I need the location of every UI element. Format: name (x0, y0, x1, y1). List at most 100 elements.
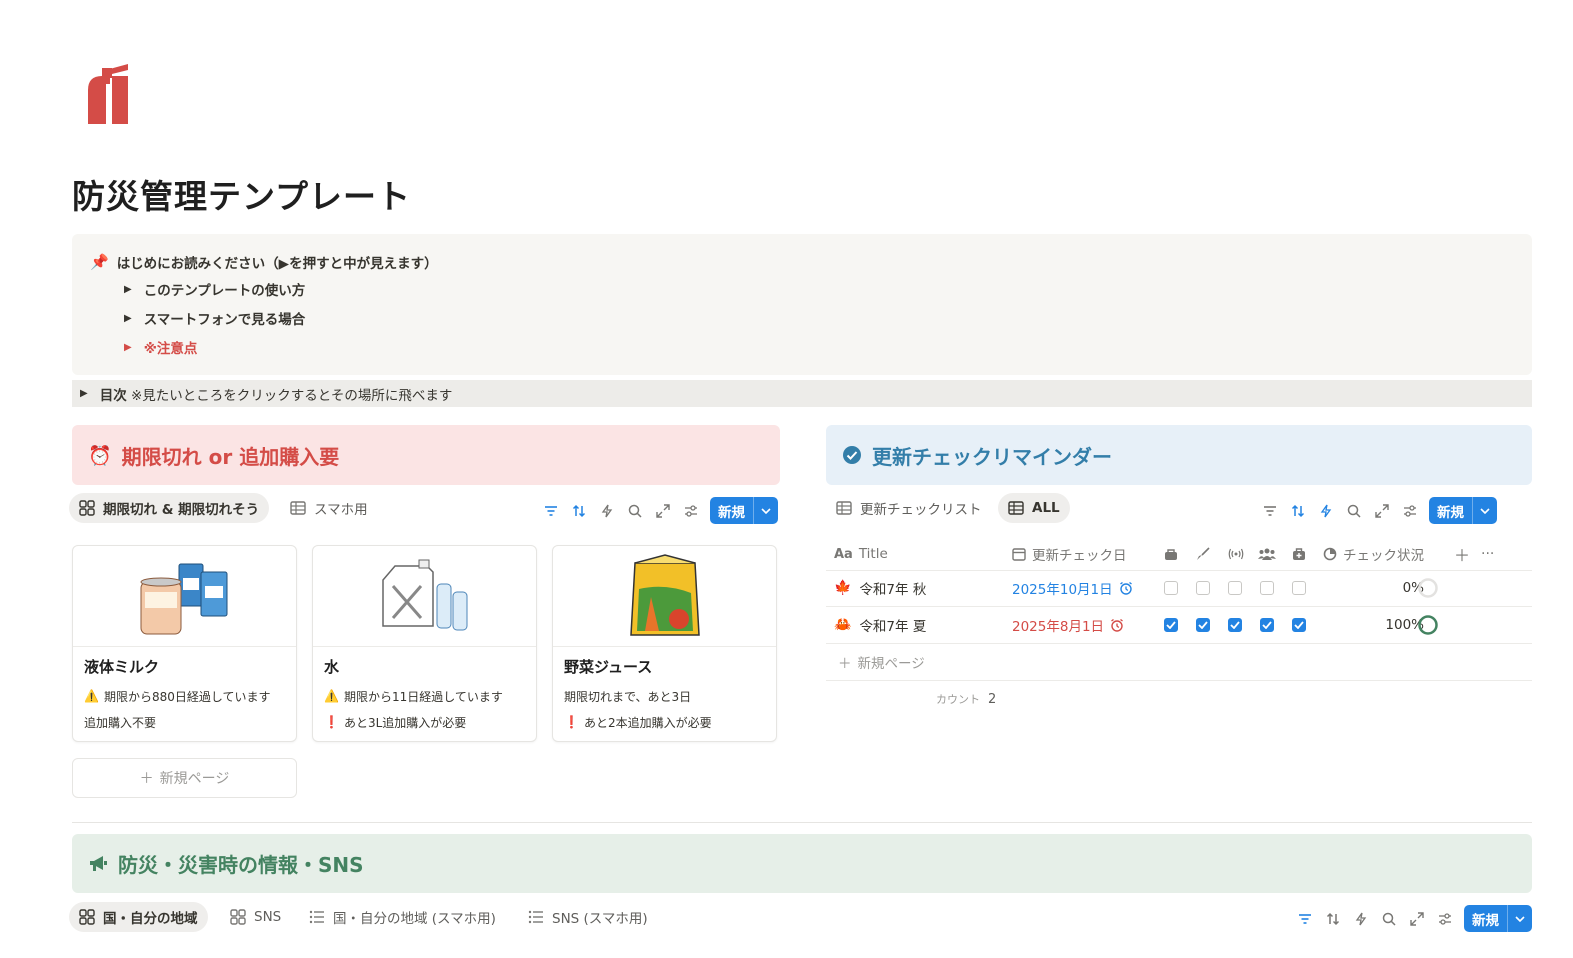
row-date[interactable]: 2025年10月1日 (1012, 570, 1133, 606)
gallery-card[interactable]: 水 ⚠️ 期限から11日経過しています ❗ あと3L追加購入が必要 (312, 545, 537, 742)
toggle-triangle-icon[interactable]: ▶ (124, 284, 132, 295)
toggle-caution[interactable]: ▶ ※注意点 (124, 337, 197, 357)
reminder-toolbar: 新規 (1261, 497, 1497, 524)
new-button[interactable]: 新規 (1464, 905, 1532, 932)
column-title[interactable]: Aa Title (834, 538, 888, 570)
people-icon (1258, 547, 1276, 561)
settings-sliders-icon[interactable] (682, 502, 700, 520)
new-page-label: 新規ページ (159, 771, 230, 787)
chevron-down-icon[interactable] (1507, 905, 1532, 932)
tab-label: スマホ用 (314, 502, 368, 518)
column-label: Title (858, 546, 888, 562)
new-button[interactable]: 新規 (710, 497, 778, 524)
toggle-triangle-icon[interactable]: ▶ (124, 342, 132, 353)
tab-info-sns[interactable]: SNS (220, 902, 291, 932)
column-status[interactable]: チェック状況 (1323, 538, 1424, 570)
add-column-plus-icon[interactable]: ＋ (1454, 538, 1470, 570)
row-title[interactable]: 🦀 令和7年 夏 (834, 607, 926, 643)
automation-bolt-icon[interactable] (1317, 502, 1335, 520)
info-header-text: 防災・災害時の情報・SNS (118, 853, 364, 877)
settings-sliders-icon[interactable] (1436, 910, 1454, 928)
search-icon[interactable] (1345, 502, 1363, 520)
reminder-header-text: 更新チェックリマインダー (872, 444, 1112, 469)
progress-value: 0% (1402, 580, 1424, 596)
tab-expiry-board[interactable]: 期限切れ & 期限切れそう (69, 493, 270, 523)
checkbox[interactable] (1260, 607, 1274, 643)
sort-icon[interactable] (570, 502, 588, 520)
table-icon (836, 500, 852, 516)
toggle-triangle-icon[interactable]: ▶ (80, 388, 88, 399)
new-button-label: 新規 (1437, 504, 1464, 521)
filter-icon[interactable] (542, 502, 560, 520)
tab-info-region-mobile[interactable]: 国・自分の地域 (スマホ用) (299, 902, 506, 932)
checkbox[interactable] (1164, 570, 1178, 606)
pushpin-icon: 📌 (90, 253, 109, 271)
column-bag-icon[interactable] (1164, 538, 1178, 570)
checkbox[interactable] (1292, 607, 1306, 643)
more-options-icon[interactable]: ··· (1481, 538, 1494, 570)
column-people-icon[interactable] (1258, 538, 1276, 570)
checkbox[interactable] (1228, 570, 1242, 606)
column-antenna-icon[interactable] (1228, 538, 1244, 570)
sort-icon[interactable] (1324, 910, 1342, 928)
checkbox[interactable] (1196, 607, 1210, 643)
expand-icon[interactable] (654, 502, 672, 520)
tab-expiry-mobile[interactable]: スマホ用 (280, 493, 378, 523)
column-broom-icon[interactable] (1196, 538, 1210, 570)
chevron-down-icon[interactable] (1472, 497, 1497, 524)
table-row[interactable]: 🦀 令和7年 夏 2025年8月1日 100% (826, 607, 1532, 644)
expand-icon[interactable] (1373, 502, 1391, 520)
checkbox[interactable] (1292, 570, 1306, 606)
new-page-row[interactable]: ＋ 新規ページ (826, 644, 1532, 681)
fire-extinguisher-icon[interactable] (82, 62, 130, 126)
tab-label: SNS (スマホ用) (552, 911, 648, 927)
expand-icon[interactable] (1408, 910, 1426, 928)
settings-sliders-icon[interactable] (1401, 502, 1419, 520)
column-medkit-icon[interactable] (1292, 538, 1306, 570)
filter-icon[interactable] (1296, 910, 1314, 928)
toc-note: ※見たいところをクリックするとその場所に飛べます (131, 387, 453, 404)
card-image (313, 546, 536, 647)
row-date[interactable]: 2025年8月1日 (1012, 607, 1124, 643)
card-status-text: 期限から11日経過しています (343, 689, 503, 704)
count-value: 2 (988, 691, 997, 707)
search-icon[interactable] (1380, 910, 1398, 928)
card-purchase-line: ❗ あと3L追加購入が必要 (313, 709, 536, 735)
row-title[interactable]: 🍁 令和7年 秋 (834, 570, 926, 606)
checkbox[interactable] (1228, 607, 1242, 643)
card-purchase-text: あと2本追加購入が必要 (583, 715, 712, 730)
toggle-smartphone[interactable]: ▶ スマートフォンで見る場合 (124, 308, 305, 328)
gallery-card[interactable]: 液体ミルク ⚠️ 期限から880日経過しています 追加購入不要 (72, 545, 297, 742)
card-title: 野菜ジュース (564, 658, 653, 676)
search-icon[interactable] (626, 502, 644, 520)
expiry-toolbar: 新規 (542, 497, 778, 524)
toggle-label: スマートフォンで見る場合 (143, 312, 306, 328)
card-status-line: ⚠️ 期限から11日経過しています (313, 683, 536, 709)
toc-toggle[interactable]: ▶ 目次 ※見たいところをクリックするとその場所に飛べます (72, 380, 1532, 407)
progress-value: 100% (1385, 617, 1424, 633)
tab-info-sns-mobile[interactable]: SNS (スマホ用) (518, 902, 658, 932)
card-purchase-line: ❗ あと2本追加購入が必要 (553, 709, 776, 735)
checkbox[interactable] (1164, 607, 1178, 643)
tab-reminder-checklist[interactable]: 更新チェックリスト (826, 493, 992, 523)
checkbox[interactable] (1260, 570, 1274, 606)
chevron-down-icon[interactable] (753, 497, 778, 524)
alarm-clock-icon: ⏰ (88, 444, 112, 467)
tab-label: 更新チェックリスト (860, 502, 982, 518)
new-page-button[interactable]: ＋ 新規ページ (72, 758, 297, 798)
toggle-triangle-icon[interactable]: ▶ (124, 313, 132, 324)
filter-icon[interactable] (1261, 502, 1279, 520)
calendar-icon (1012, 547, 1026, 561)
tab-info-region[interactable]: 国・自分の地域 (69, 902, 208, 932)
automation-bolt-icon[interactable] (1352, 910, 1370, 928)
checkbox[interactable] (1196, 570, 1210, 606)
tab-label: 国・自分の地域 (103, 911, 198, 927)
tab-reminder-all[interactable]: ALL (998, 493, 1070, 523)
new-button[interactable]: 新規 (1429, 497, 1497, 524)
toggle-usage[interactable]: ▶ このテンプレートの使い方 (124, 279, 305, 299)
column-date[interactable]: 更新チェック日 (1012, 538, 1127, 570)
automation-bolt-icon[interactable] (598, 502, 616, 520)
sort-icon[interactable] (1289, 502, 1307, 520)
gallery-card[interactable]: 野菜ジュース 期限切れまで、あと3日 ❗ あと2本追加購入が必要 (552, 545, 777, 742)
table-row[interactable]: 🍁 令和7年 秋 2025年10月1日 0% (826, 570, 1532, 607)
